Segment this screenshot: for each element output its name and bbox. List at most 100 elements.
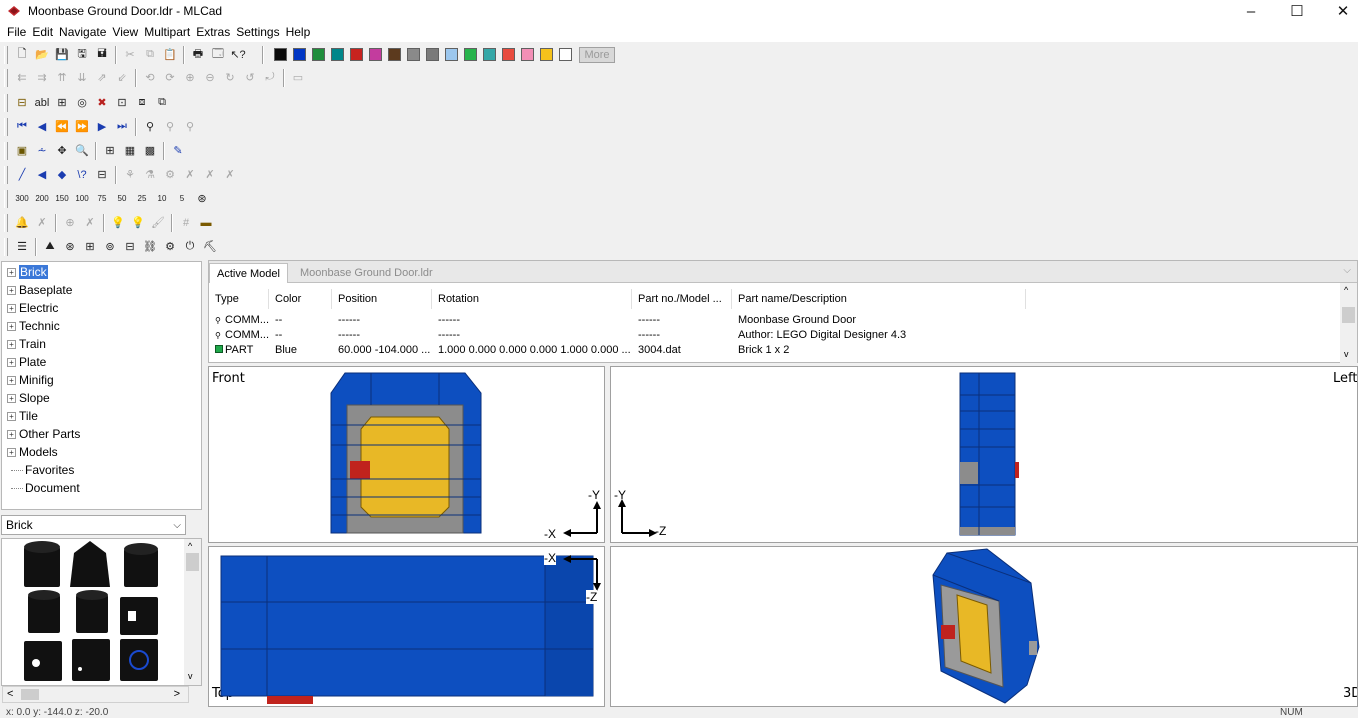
help-question-icon[interactable]: \? — [72, 165, 92, 184]
save-icon[interactable]: 💾 — [52, 45, 72, 64]
preview-vertical-scrollbar[interactable]: ^ v — [184, 539, 201, 685]
rewind-icon[interactable]: ⏪ — [52, 117, 72, 136]
expand-plus-icon[interactable]: + — [7, 447, 16, 457]
tool-e-icon[interactable]: ✗ — [200, 165, 220, 184]
tree-item-electric[interactable]: + Electric — [7, 299, 58, 317]
tree-item-models[interactable]: + Models — [7, 443, 58, 461]
insert-text-icon[interactable]: abl — [32, 93, 52, 112]
search-part-icon[interactable]: ⚲ — [140, 117, 160, 136]
menu-help[interactable]: Help — [283, 25, 314, 39]
left-viewport[interactable]: Left -Y -Z — [610, 366, 1358, 543]
column-header-rotation[interactable]: Rotation — [432, 289, 632, 309]
expand-plus-icon[interactable]: + — [7, 267, 16, 277]
color-swatch-3[interactable] — [312, 48, 325, 61]
column-header-description[interactable]: Part name/Description — [732, 289, 1026, 309]
tab-dropdown-icon[interactable]: ⌵ — [1343, 265, 1351, 276]
cancel-icon[interactable]: ✗ — [80, 213, 100, 232]
column-header-type[interactable]: Type — [209, 289, 269, 309]
clock-icon[interactable]: ⊕ — [60, 213, 80, 232]
save-all-icon[interactable]: 🖬 — [92, 45, 112, 64]
scroll-thumb[interactable] — [1342, 307, 1355, 323]
generator-e-icon[interactable]: ⊟ — [120, 237, 140, 256]
tree-item-minifig[interactable]: + Minifig — [7, 371, 54, 389]
move-right-icon[interactable]: ⇉ — [32, 68, 52, 87]
save-as-icon[interactable]: 🖫 — [72, 45, 92, 64]
move-down-icon[interactable]: ⇊ — [72, 68, 92, 87]
zoom-75-icon[interactable]: 75 — [92, 189, 112, 208]
expand-plus-icon[interactable]: + — [7, 303, 16, 313]
tree-item-plate[interactable]: + Plate — [7, 353, 46, 371]
menu-edit[interactable]: Edit — [29, 25, 56, 39]
rotate-z-back-icon[interactable]: ↺ — [240, 68, 260, 87]
model-list-icon[interactable]: ☰ — [12, 237, 32, 256]
tree-item-tile[interactable]: + Tile — [7, 407, 38, 425]
color-swatch-11[interactable] — [464, 48, 477, 61]
rotate-x-icon[interactable]: ⟲ — [140, 68, 160, 87]
part-category-dropdown[interactable]: Brick ⌵ — [1, 515, 186, 535]
tree-item-favorites[interactable]: Favorites — [7, 461, 74, 479]
rotate-x-back-icon[interactable]: ⟳ — [160, 68, 180, 87]
tab-model-file[interactable]: Moonbase Ground Door.ldr — [293, 263, 440, 283]
previous-step-icon[interactable]: ◀ — [32, 117, 52, 136]
expand-plus-icon[interactable]: + — [7, 339, 16, 349]
tool-f-icon[interactable]: ✗ — [220, 165, 240, 184]
zoom-300-icon[interactable]: 300 — [12, 189, 32, 208]
insert-ghost-icon[interactable]: ⧉ — [152, 93, 172, 112]
column-header-part-no[interactable]: Part no./Model ... — [632, 289, 732, 309]
insert-clear-icon[interactable]: ✖ — [92, 93, 112, 112]
expand-plus-icon[interactable]: + — [7, 375, 16, 385]
scroll-right-icon[interactable]: > — [174, 688, 180, 700]
monitor-icon[interactable]: ▬ — [196, 213, 216, 232]
menu-multipart[interactable]: Multipart — [141, 25, 193, 39]
print-icon[interactable]: 🖶 — [188, 45, 208, 64]
color-swatch-9[interactable] — [426, 48, 439, 61]
fast-forward-icon[interactable]: ⏩ — [72, 117, 92, 136]
insert-step-icon[interactable]: ⊞ — [52, 93, 72, 112]
move-mode-icon[interactable]: ✥ — [52, 141, 72, 160]
light-off-icon[interactable]: 💡 — [128, 213, 148, 232]
grid-coarse-icon[interactable]: ⊞ — [100, 141, 120, 160]
new-file-icon[interactable]: 🗋 — [12, 45, 32, 64]
color-swatch-13[interactable] — [502, 48, 515, 61]
generator-f-icon[interactable]: ⛓ — [140, 237, 160, 256]
copy-icon[interactable]: ⧉ — [140, 45, 160, 64]
cut-icon[interactable]: ✂ — [120, 45, 140, 64]
zoom-150-icon[interactable]: 150 — [52, 189, 72, 208]
top-viewport[interactable]: Top -X -Z — [208, 546, 605, 707]
move-up-icon[interactable]: ⇈ — [52, 68, 72, 87]
model-vertical-scrollbar[interactable]: ^ v — [1340, 283, 1357, 363]
scroll-left-icon[interactable]: < — [7, 688, 13, 700]
menu-settings[interactable]: Settings — [233, 25, 282, 39]
preview-horizontal-scrollbar[interactable]: < > — [2, 686, 189, 703]
menu-extras[interactable]: Extras — [193, 25, 233, 39]
tree-item-technic[interactable]: + Technic — [7, 317, 60, 335]
tree-item-slope[interactable]: + Slope — [7, 389, 50, 407]
generator-c-icon[interactable]: ⊞ — [80, 237, 100, 256]
color-swatch-16[interactable] — [559, 48, 572, 61]
next-step-icon[interactable]: ▶ — [92, 117, 112, 136]
expand-plus-icon[interactable]: + — [7, 429, 16, 439]
generator-b-icon[interactable]: ⊛ — [60, 237, 80, 256]
generator-h-icon[interactable]: ⏻ — [180, 237, 200, 256]
scroll-thumb[interactable] — [186, 553, 199, 571]
search-next-icon[interactable]: ⚲ — [160, 117, 180, 136]
generator-d-icon[interactable]: ⊚ — [100, 237, 120, 256]
paste-icon[interactable]: 📋 — [160, 45, 180, 64]
minimize-button[interactable]: – — [1228, 0, 1274, 22]
light-bulb-icon[interactable]: 💡 — [108, 213, 128, 232]
scroll-down-icon[interactable]: v — [188, 671, 193, 681]
model-table-row[interactable]: ⚲ COMM... -- ------ ------ ------ Moonbase Gro… — [209, 313, 1341, 328]
edit-mode-icon[interactable]: ⩪ — [32, 141, 52, 160]
hash-grid-icon[interactable]: # — [176, 213, 196, 232]
zoom-10-icon[interactable]: 10 — [152, 189, 172, 208]
tool-b-icon[interactable]: ⚗ — [140, 165, 160, 184]
color-swatch-5[interactable] — [350, 48, 363, 61]
draw-line-icon[interactable]: ╱ — [12, 165, 32, 184]
open-folder-icon[interactable]: 📂 — [32, 45, 52, 64]
draw-triangle-icon[interactable]: ◀ — [32, 165, 52, 184]
tree-item-brick[interactable]: + Brick — [7, 263, 48, 281]
draw-quad-icon[interactable]: ◆ — [52, 165, 72, 184]
rotate-free-icon[interactable]: ⤾ — [260, 68, 280, 87]
zoom-100-icon[interactable]: 100 — [72, 189, 92, 208]
expand-plus-icon[interactable]: + — [7, 285, 16, 295]
